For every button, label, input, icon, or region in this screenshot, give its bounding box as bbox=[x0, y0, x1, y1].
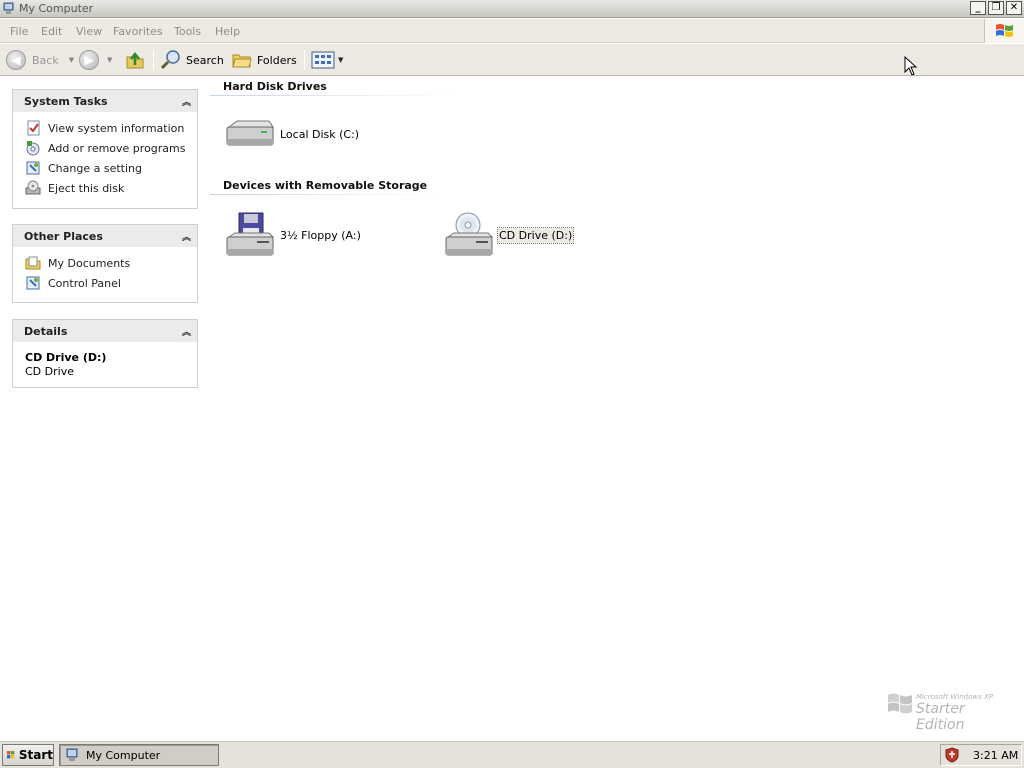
taskbar-window-my-computer[interactable]: My Computer bbox=[59, 744, 219, 766]
group-divider bbox=[210, 194, 440, 195]
hard-disk-icon bbox=[226, 120, 274, 146]
menu-favorites[interactable]: Favorites bbox=[113, 25, 163, 38]
my-documents-icon bbox=[25, 256, 41, 270]
title-bar[interactable]: My Computer _ ❐ ✕ bbox=[0, 0, 1024, 18]
security-shield-icon[interactable] bbox=[945, 747, 959, 763]
folder-up-icon bbox=[126, 51, 144, 69]
search-label: Search bbox=[186, 53, 224, 67]
drive-floppy-a[interactable]: 3½ Floppy (A:) bbox=[225, 211, 362, 259]
details-item-type: CD Drive bbox=[25, 365, 74, 378]
windows-flag-icon bbox=[996, 24, 1013, 37]
folders-button[interactable]: Folders bbox=[231, 49, 297, 71]
menu-file[interactable]: File bbox=[10, 25, 28, 38]
folders-label: Folders bbox=[257, 53, 297, 67]
windows-flag-icon bbox=[7, 751, 15, 759]
task-add-remove-programs[interactable]: Add or remove programs bbox=[25, 138, 197, 158]
other-places-title: Other Places bbox=[24, 229, 103, 243]
edition-watermark: Microsoft Windows XP Starter Edition bbox=[886, 690, 1016, 733]
collapse-chevron-icon[interactable]: ︽ bbox=[182, 230, 191, 243]
minimize-button[interactable]: _ bbox=[970, 1, 986, 15]
details-panel: Details ︽ CD Drive (D:) CD Drive bbox=[12, 319, 198, 388]
system-tasks-title: System Tasks bbox=[24, 94, 108, 108]
task-change-setting[interactable]: Change a setting bbox=[25, 158, 197, 178]
control-panel-icon bbox=[26, 161, 40, 175]
back-dropdown-icon[interactable]: ▼ bbox=[69, 56, 74, 64]
views-icon bbox=[311, 51, 335, 69]
system-info-icon bbox=[27, 120, 40, 136]
task-eject-disk[interactable]: Eject this disk bbox=[25, 178, 197, 198]
task-label: View system information bbox=[48, 121, 185, 135]
taskbar: Start My Computer 3:21 AM bbox=[0, 740, 1024, 768]
group-removable-storage: Devices with Removable Storage bbox=[223, 179, 428, 192]
add-remove-programs-icon bbox=[26, 141, 40, 156]
back-arrow-icon: ◀ bbox=[6, 50, 26, 70]
system-tasks-header[interactable]: System Tasks ︽ bbox=[13, 90, 197, 112]
start-label: Start bbox=[18, 748, 53, 762]
collapse-chevron-icon[interactable]: ︽ bbox=[182, 95, 191, 108]
place-label: My Documents bbox=[48, 256, 131, 270]
group-divider bbox=[210, 95, 455, 96]
control-panel-icon bbox=[26, 276, 40, 290]
cd-drive-icon bbox=[445, 212, 494, 256]
drive-label: 3½ Floppy (A:) bbox=[280, 228, 361, 242]
place-control-panel[interactable]: Control Panel bbox=[25, 273, 197, 293]
watermark-edition: Starter Edition bbox=[916, 701, 965, 733]
details-header[interactable]: Details ︽ bbox=[13, 320, 197, 342]
search-button[interactable]: Search bbox=[160, 49, 224, 71]
other-places-panel: Other Places ︽ My Documents Control Pane… bbox=[12, 224, 198, 303]
collapse-chevron-icon[interactable]: ︽ bbox=[182, 325, 191, 338]
drive-local-disk-c[interactable]: Local Disk (C:) bbox=[225, 117, 360, 151]
floppy-drive-icon bbox=[226, 212, 275, 256]
taskbar-window-label: My Computer bbox=[86, 748, 161, 762]
menu-bar: File Edit View Favorites Tools Help bbox=[0, 19, 1024, 43]
drive-label-selected: CD Drive (D:) bbox=[496, 226, 575, 244]
other-places-header[interactable]: Other Places ︽ bbox=[13, 225, 197, 247]
eject-disk-icon bbox=[25, 180, 41, 195]
details-title-label: Details bbox=[24, 324, 68, 338]
toolbar: ◀ Back ▼ ▶ ▼ Search Folders ▼ bbox=[0, 44, 1024, 76]
forward-dropdown-icon[interactable]: ▼ bbox=[107, 56, 112, 64]
forward-button[interactable]: ▶ ▼ bbox=[79, 49, 112, 71]
task-label: Eject this disk bbox=[48, 181, 125, 195]
task-view-system-information[interactable]: View system information bbox=[25, 118, 197, 138]
folders-icon bbox=[232, 54, 252, 68]
drive-cd-d[interactable]: CD Drive (D:) bbox=[444, 211, 575, 259]
clock[interactable]: 3:21 AM bbox=[973, 749, 1018, 762]
up-button[interactable] bbox=[124, 49, 146, 71]
views-button[interactable]: ▼ bbox=[311, 49, 343, 71]
task-label: Add or remove programs bbox=[48, 141, 186, 155]
back-label: Back bbox=[32, 53, 59, 67]
system-tray: 3:21 AM bbox=[940, 744, 1022, 766]
task-label: Change a setting bbox=[48, 161, 142, 175]
drive-label: Local Disk (C:) bbox=[280, 127, 360, 141]
group-hard-disk-drives: Hard Disk Drives bbox=[223, 80, 327, 93]
windows-flag-watermark-icon bbox=[888, 693, 912, 714]
my-computer-icon bbox=[3, 2, 14, 14]
forward-arrow-icon: ▶ bbox=[79, 50, 99, 70]
menu-help[interactable]: Help bbox=[215, 25, 240, 38]
menu-tools[interactable]: Tools bbox=[174, 25, 201, 38]
restore-button[interactable]: ❐ bbox=[988, 1, 1004, 15]
back-button[interactable]: ◀ Back ▼ bbox=[6, 49, 74, 71]
watermark-product: Microsoft Windows XP bbox=[916, 693, 993, 701]
window-title: My Computer bbox=[19, 2, 94, 15]
menu-view[interactable]: View bbox=[76, 25, 102, 38]
close-button[interactable]: ✕ bbox=[1006, 1, 1022, 15]
place-my-documents[interactable]: My Documents bbox=[25, 253, 197, 273]
start-button[interactable]: Start bbox=[2, 744, 54, 766]
details-item-name: CD Drive (D:) bbox=[25, 351, 107, 364]
menu-edit[interactable]: Edit bbox=[41, 25, 62, 38]
views-dropdown-icon[interactable]: ▼ bbox=[338, 56, 343, 64]
search-icon bbox=[160, 50, 180, 70]
place-label: Control Panel bbox=[48, 276, 121, 290]
system-tasks-panel: System Tasks ︽ View system information A… bbox=[12, 89, 198, 209]
windows-logo bbox=[984, 19, 1024, 43]
mouse-cursor-icon bbox=[904, 56, 918, 76]
my-computer-icon bbox=[66, 748, 78, 761]
